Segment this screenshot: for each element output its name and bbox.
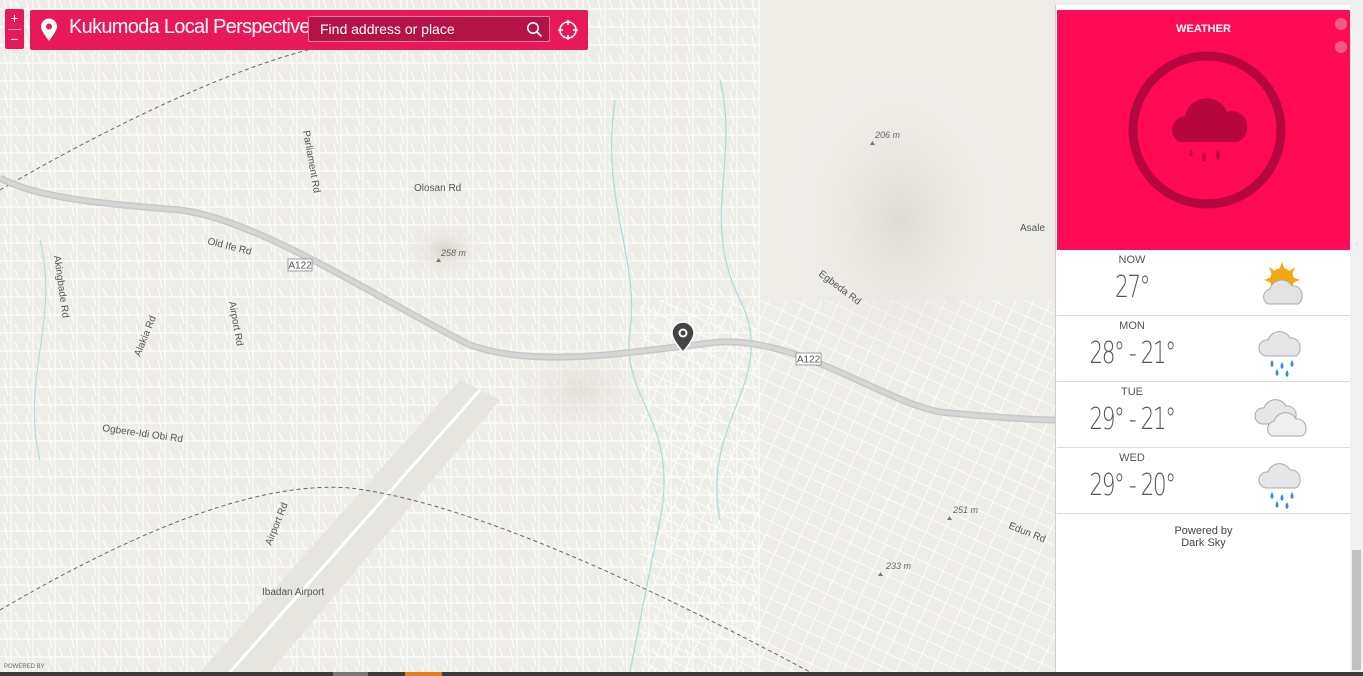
weather-panel: WEATHER NOW 27° MON 28° - 21° TUE 29° - … [1055,5,1351,672]
search-bar: Kukumoda Local Perspective [30,10,588,50]
scrollbar[interactable] [1350,0,1363,676]
app-title: Kukumoda Local Perspective [69,16,311,38]
close-icon[interactable] [1335,18,1347,30]
rain-icon [1252,460,1310,517]
forecast-day: TUE [1121,386,1143,398]
forecast-row-tue: TUE 29° - 21° [1057,382,1350,448]
bottom-bar-segment [405,672,442,676]
map-pin-icon [40,18,58,47]
forecast-day: MON [1119,320,1145,332]
forecast-row-mon: MON 28° - 21° [1057,316,1350,382]
forecast-row-now: NOW 27° [1057,250,1350,316]
elevation-233: 233 m [885,561,912,571]
a122-shield-east: A122 [795,352,822,366]
bottom-bar-segment [333,672,368,676]
powered-by-line1: Powered by [1174,525,1233,537]
forecast-day: NOW [1118,254,1146,266]
powered-by: Powered by Dark Sky [1056,525,1351,549]
map-canvas[interactable]: A122 A122 Olosan Rd Old Ife Rd Parliamen… [0,0,1055,672]
zoom-in-button[interactable]: + [5,9,24,29]
a122-shield-west: A122 [287,258,313,272]
search-icon[interactable] [526,21,543,43]
weather-title: WEATHER [1176,23,1231,35]
elevation-206: 206 m [874,130,901,140]
a122-label: A122 [797,355,821,366]
place-label-asale: Asale [1020,223,1045,234]
rain-cloud-icon [1127,50,1287,215]
map-attribution: POWERED BY [4,664,45,670]
forecast-temp: 29° - 20° [1089,468,1176,503]
cloudy-icon [1252,394,1310,445]
powered-by-link[interactable]: Dark Sky [1056,537,1351,549]
search-box [308,16,550,42]
forecast-temp: 29° - 21° [1089,402,1176,437]
zoom-out-button[interactable]: − [5,30,24,50]
weather-header: WEATHER [1057,10,1350,250]
collapse-icon[interactable] [1335,41,1347,53]
forecast-row-wed: WED 29° - 20° [1057,448,1350,514]
place-label-airport: Ibadan Airport [262,587,324,598]
bottom-bar [0,672,1363,676]
forecast-day: WED [1119,452,1145,464]
rain-icon [1252,328,1310,385]
a122-label: A122 [288,261,312,272]
locate-icon[interactable] [557,19,579,46]
elevation-258: 258 m [440,248,467,258]
road-label-olosan: Olosan Rd [414,183,461,194]
zoom-control: + − [5,9,24,49]
forecast-temp: 28° - 21° [1089,336,1176,371]
scrollbar-thumb[interactable] [1352,550,1361,670]
elevation-251: 251 m [952,505,979,515]
forecast-temp: 27° [1115,270,1150,305]
partly-sunny-icon [1252,262,1310,313]
search-input[interactable] [309,17,514,41]
